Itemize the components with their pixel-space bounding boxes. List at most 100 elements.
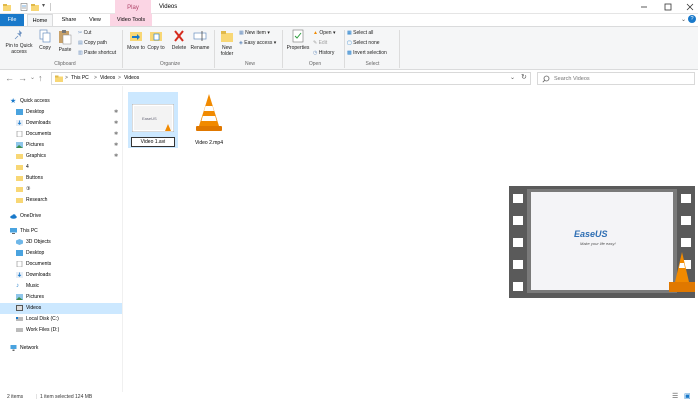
breadcrumb-this-pc[interactable]: This PC [71,75,89,81]
nav-this-pc[interactable]: This PC [0,226,122,237]
music-icon: ♪ [16,283,19,289]
close-button[interactable] [682,2,698,12]
nav-quick-3[interactable]: ③ [0,184,122,195]
address-dropdown-icon[interactable]: ⌄ [510,74,515,81]
invert-selection-button[interactable]: ▩ Invert selection [347,50,387,56]
breadcrumb-videos-sub[interactable]: Videos [124,75,139,81]
back-arrow-icon[interactable]: ← [5,72,14,84]
vlc-small-icon: ▲ [313,30,318,36]
properties-qat-icon[interactable] [20,3,28,11]
forward-arrow-icon[interactable]: → [18,72,27,84]
search-box[interactable] [537,72,695,85]
select-none-button[interactable]: ▢ Select none [347,40,380,46]
paste-button[interactable]: Paste [55,29,75,53]
copy-to-button[interactable]: Copy to [147,29,165,51]
nav-pc-music[interactable]: ♪ Music [0,281,122,292]
refresh-icon[interactable]: ↻ [521,73,527,81]
copy-button[interactable]: Copy [37,29,53,51]
search-input[interactable] [554,73,684,84]
nav-network[interactable]: Network [0,343,122,354]
edit-icon: ✎ [313,40,318,46]
up-arrow-icon[interactable]: ↑ [38,72,43,84]
tab-view[interactable]: View [84,14,106,26]
copy-path-button[interactable]: ▤ Copy path [78,40,107,46]
dropdown-arrow-icon: ▾ [273,40,277,46]
nav-onedrive[interactable]: OneDrive [0,211,122,222]
pin-icon[interactable]: ✱ [114,129,118,140]
nav-quick-documents[interactable]: Documents ✱ [0,129,122,140]
move-to-button[interactable]: Move to [127,29,145,51]
minimize-button[interactable] [636,2,652,12]
folder-icon [3,4,11,11]
rename-button[interactable]: Rename [189,29,211,51]
recent-locations-icon[interactable]: ⌄ [30,72,35,84]
nav-quick-access[interactable]: ★ Quick access [0,96,122,107]
pin-icon[interactable]: ✱ [114,140,118,151]
nav-pc-desktop[interactable]: Desktop [0,248,122,259]
new-item-label: New item [245,30,266,36]
qat-divider [50,3,51,11]
new-item-button[interactable]: ▦ New item ▾ [239,30,270,36]
nav-pc-videos[interactable]: Videos [0,303,122,314]
nav-quick-pictures[interactable]: Pictures ✱ [0,140,122,151]
nav-quick-research[interactable]: Research [0,195,122,206]
nav-label: Network [20,345,39,351]
large-icons-view-icon[interactable]: ▣ [684,392,691,400]
svg-text:EaseUS: EaseUS [142,116,157,121]
paste-shortcut-button[interactable]: ▥ Paste shortcut [78,50,116,56]
video-thumbnail-icon: EaseUS [132,104,174,132]
nav-quick-downloads[interactable]: Downloads ✱ [0,118,122,129]
address-bar[interactable]: > This PC > Videos > Videos ⌄ ↻ [51,72,531,85]
tab-video-tools[interactable]: Video Tools [110,14,152,26]
select-all-button[interactable]: ▦ Select all [347,30,373,36]
easy-access-button[interactable]: ◈ Easy access ▾ [239,40,276,46]
address-row: ← → ⌄ ↑ > This PC > Videos > Videos ⌄ ↻ [0,70,698,86]
nav-quick-buttons[interactable]: Buttons [0,173,122,184]
play-context-label: Play [115,0,151,14]
nav-pc-pictures[interactable]: Pictures [0,292,122,303]
pin-icon[interactable]: ✱ [114,151,118,162]
nav-label: 3D Objects [26,239,51,245]
delete-button[interactable]: Delete [170,29,188,51]
edit-button[interactable]: ✎ Edit [313,40,327,46]
nav-pc-3d-objects[interactable]: 3D Objects [0,237,122,248]
new-folder-button[interactable]: New folder [217,29,237,57]
nav-label: Pictures [26,294,45,300]
tab-share[interactable]: Share [56,14,82,26]
open-group-label: Open [308,61,322,67]
properties-button[interactable]: Properties [285,29,311,51]
new-folder-label: New folder [220,45,234,57]
tab-home[interactable]: Home [27,14,53,26]
qat-dropdown-icon[interactable]: ▾ [42,2,45,9]
nav-quick-desktop[interactable]: Desktop ✱ [0,107,122,118]
nav-pc-local-disk[interactable]: Local Disk (C:) [0,314,122,325]
breadcrumb-videos[interactable]: Videos [100,75,115,81]
new-folder-qat-icon[interactable] [31,3,39,11]
nav-quick-graphics[interactable]: Graphics ✱ [0,151,122,162]
file-item-video-1[interactable]: EaseUS Video 1.avi [128,92,178,148]
pin-icon[interactable]: ✱ [114,107,118,118]
new-item-icon: ▦ [239,30,244,36]
history-button[interactable]: ◷ History [313,50,334,56]
file-item-video-2[interactable]: Video 2.mp4 [184,92,234,148]
pin-quick-access-label: Pin to Quick access [5,43,33,55]
nav-pc-downloads[interactable]: Downloads [0,270,122,281]
nav-pc-documents[interactable]: Documents [0,259,122,270]
open-button[interactable]: ▲ Open ▾ [313,30,335,36]
copy-label: Copy [39,45,51,51]
nav-pc-work-files[interactable]: Work Files (D:) [0,325,122,336]
tab-file[interactable]: File [0,14,24,26]
maximize-icon [664,3,672,11]
documents-icon [16,131,23,137]
cut-button[interactable]: ✂ Cut [78,30,91,36]
pin-icon[interactable]: ✱ [114,118,118,129]
nav-quick-4[interactable]: 4 [0,162,122,173]
maximize-button[interactable] [660,2,676,12]
select-all-label: Select all [353,30,374,36]
help-icon[interactable]: ? [688,15,696,23]
pane-divider [122,86,123,392]
pin-quick-access-button[interactable]: Pin to Quick access [2,29,36,55]
chevron-down-icon[interactable]: ⌄ [681,16,686,23]
details-view-icon[interactable]: ☰ [672,392,678,400]
breadcrumb-separator: > [94,75,97,81]
